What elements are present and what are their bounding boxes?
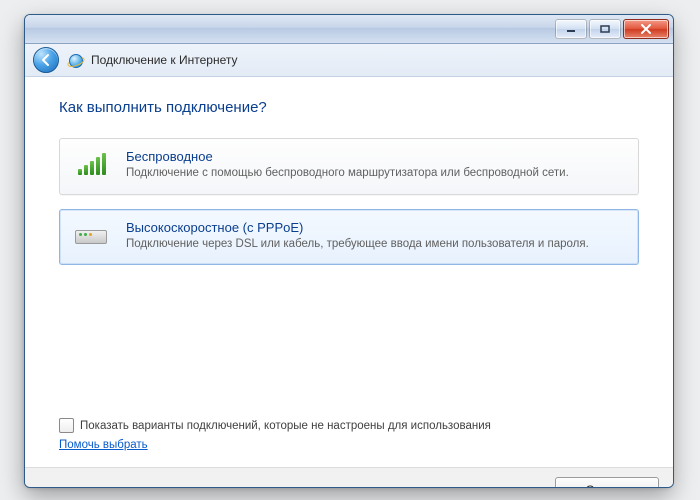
option-text: Высокоскоростное (с PPPoE) Подключение ч… <box>126 220 626 253</box>
arrow-left-icon <box>39 53 53 67</box>
option-desc: Подключение через DSL или кабель, требую… <box>126 237 626 253</box>
wizard-body: Как выполнить подключение? Беспроводное … <box>25 77 673 467</box>
option-title: Высокоскоростное (с PPPoE) <box>126 220 626 235</box>
back-button[interactable] <box>33 47 59 73</box>
wifi-bars-icon <box>72 149 112 182</box>
option-pppoe[interactable]: Высокоскоростное (с PPPoE) Подключение ч… <box>59 209 639 266</box>
cancel-button[interactable]: Отмена <box>555 477 659 488</box>
option-desc: Подключение с помощью беспроводного марш… <box>126 166 626 182</box>
modem-icon <box>72 220 112 253</box>
wizard-footer: Отмена <box>25 467 673 488</box>
show-unconfigured-checkbox[interactable] <box>59 418 74 433</box>
option-wireless[interactable]: Беспроводное Подключение с помощью беспр… <box>59 138 639 195</box>
minimize-button[interactable] <box>555 19 587 39</box>
close-button[interactable] <box>623 19 669 39</box>
wizard-title: Подключение к Интернету <box>91 53 238 67</box>
wizard-window: Подключение к Интернету Как выполнить по… <box>24 14 674 488</box>
option-text: Беспроводное Подключение с помощью беспр… <box>126 149 626 182</box>
lower-controls: Показать варианты подключений, которые н… <box>59 418 639 451</box>
page-heading: Как выполнить подключение? <box>59 99 639 116</box>
option-title: Беспроводное <box>126 149 626 164</box>
help-choose-link[interactable]: Помочь выбрать <box>59 439 148 451</box>
maximize-button[interactable] <box>589 19 621 39</box>
titlebar <box>25 15 673 44</box>
show-unconfigured-row: Показать варианты подключений, которые н… <box>59 418 639 433</box>
cancel-button-label: Отмена <box>585 483 628 488</box>
show-unconfigured-label: Показать варианты подключений, которые н… <box>80 420 491 432</box>
header: Подключение к Интернету <box>25 44 673 77</box>
internet-globe-icon <box>67 52 83 68</box>
